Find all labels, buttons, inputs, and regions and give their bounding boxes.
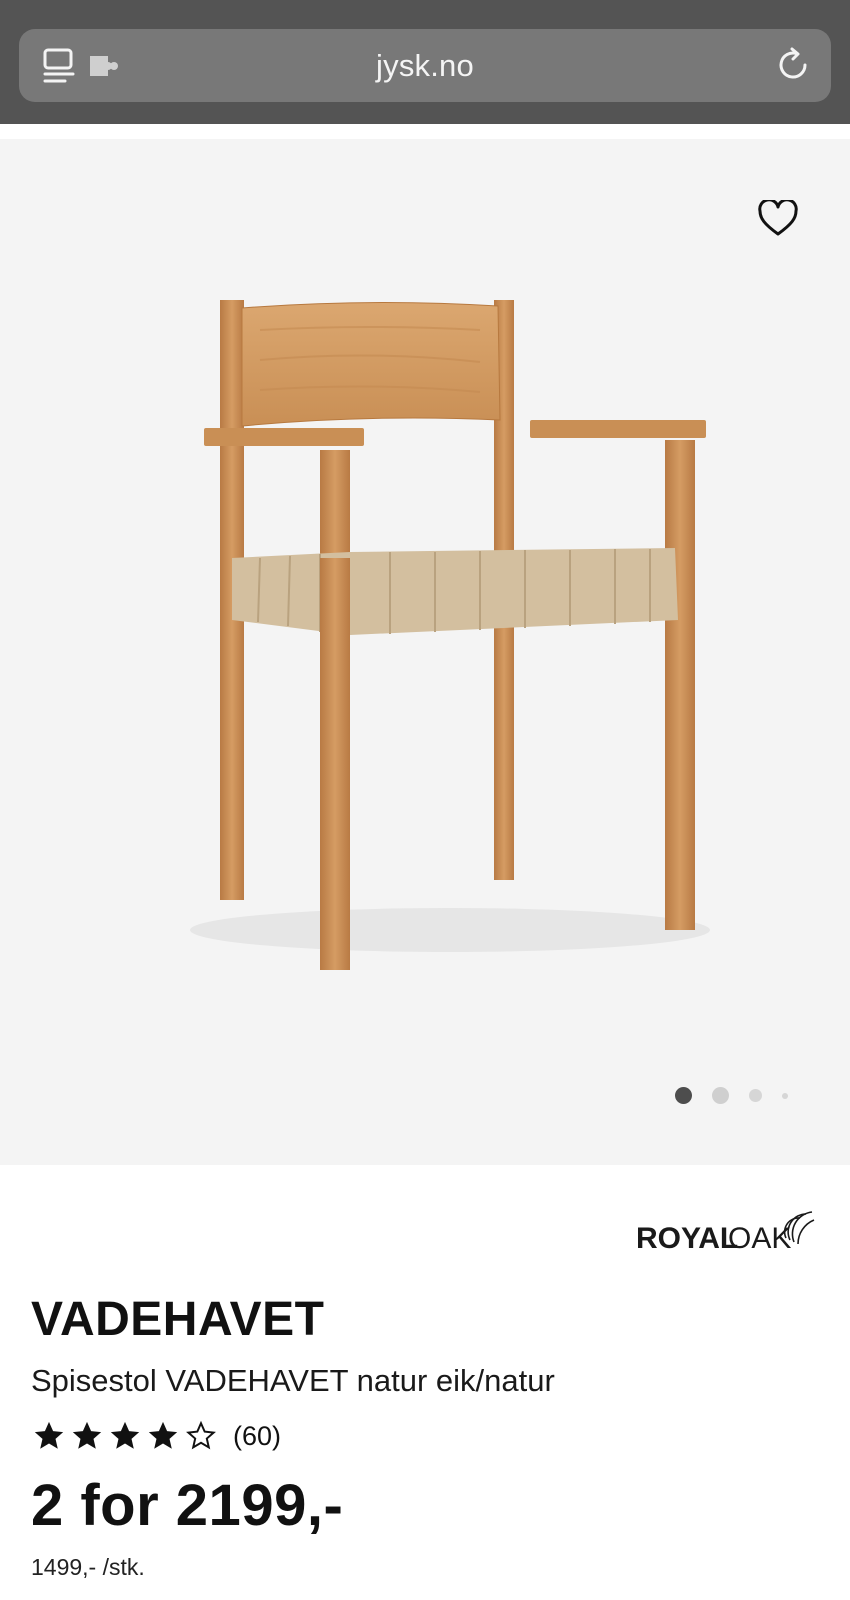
star-filled-icon <box>72 1421 102 1449</box>
rating-count[interactable]: (60) <box>233 1421 281 1452</box>
star-outline-icon <box>186 1420 216 1450</box>
page-dot-4[interactable] <box>782 1093 788 1099</box>
page-dot-3[interactable] <box>749 1089 762 1102</box>
product-image <box>190 300 710 970</box>
star-filled-icon <box>34 1421 64 1449</box>
page-dot-1[interactable] <box>675 1087 692 1104</box>
url-text[interactable]: jysk.no <box>19 48 831 84</box>
brand-logo: ROYAL OAK <box>636 1198 816 1258</box>
rating-stars <box>31 1419 219 1453</box>
browser-toolbar: jysk.no <box>0 0 850 124</box>
star-filled-icon <box>110 1421 140 1449</box>
unit-price: 1499,- /stk. <box>31 1554 145 1580</box>
address-bar[interactable]: jysk.no <box>19 29 831 102</box>
page-dot-2[interactable] <box>712 1087 729 1104</box>
brand-logo-light: OAK <box>728 1222 791 1255</box>
toolbar-spacer <box>0 124 850 139</box>
product-title: VADEHAVET <box>31 1293 325 1346</box>
star-filled-icon <box>148 1421 178 1449</box>
product-subtitle: Spisestol VADEHAVET natur eik/natur <box>31 1363 555 1398</box>
product-price: 2 for 2199,- <box>31 1473 344 1538</box>
reload-icon[interactable] <box>775 47 811 83</box>
product-rating[interactable]: (60) <box>31 1416 281 1456</box>
heart-icon[interactable] <box>758 200 798 238</box>
brand-logo-bold: ROYAL <box>636 1222 738 1255</box>
